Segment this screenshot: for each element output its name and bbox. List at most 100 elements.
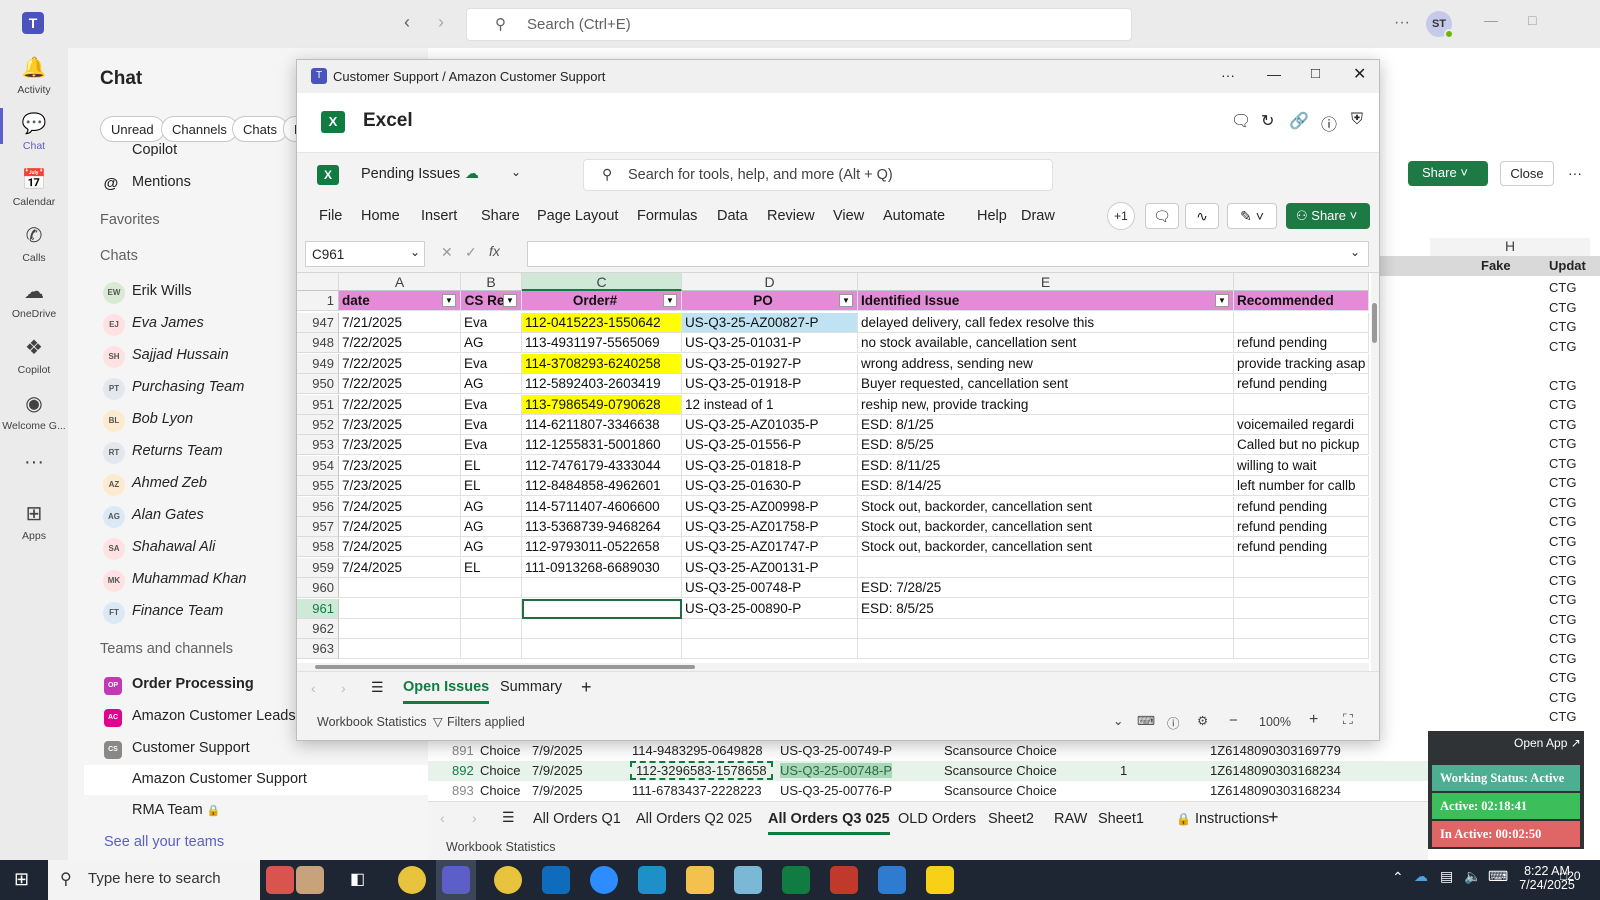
language-icon[interactable]: ⌨	[1488, 868, 1508, 885]
cell-rec[interactable]	[1234, 394, 1369, 415]
zoom-icon[interactable]	[590, 866, 618, 894]
cell-issue[interactable]: delayed delivery, call fedex resolve thi…	[858, 313, 1234, 333]
background-more-icon[interactable]: ···	[1568, 165, 1582, 181]
window-close-icon[interactable]: ✕	[1353, 64, 1366, 84]
header-cell-issue[interactable]: Identified Issue ▼	[858, 291, 1234, 311]
function-icon[interactable]: fx	[489, 243, 500, 259]
header-cell-order[interactable]: Order# ▼	[522, 291, 682, 311]
menu-data[interactable]: Data	[717, 208, 748, 224]
window-minimize-icon[interactable]: —	[1267, 66, 1281, 82]
bg-tab[interactable]: All Orders Q1	[533, 811, 621, 827]
filter-unread[interactable]: Unread	[100, 116, 165, 142]
rail-chat[interactable]: 💬 Chat	[0, 112, 68, 152]
cell-issue[interactable]: ESD: 8/1/25	[858, 415, 1234, 435]
bg-tab[interactable]: All Orders Q2 025	[636, 811, 752, 827]
mentions-item[interactable]: @ Mentions	[104, 174, 191, 192]
cell-po[interactable]: US-Q3-25-00890-P	[682, 598, 858, 619]
excel-search-input[interactable]: ⚲ Search for tools, help, and more (Alt +…	[583, 159, 1053, 191]
all-sheets-icon[interactable]: ☰	[371, 679, 384, 696]
bg-add-sheet-icon[interactable]: +	[1268, 807, 1279, 828]
cat-app-icon[interactable]	[296, 866, 324, 894]
menu-help[interactable]: Help	[977, 208, 1007, 224]
notepad-icon[interactable]	[734, 866, 762, 894]
excel-taskbar-icon[interactable]	[782, 866, 810, 894]
cell-po[interactable]: US-Q3-25-01031-P	[682, 333, 858, 354]
chevron-down-icon[interactable]: ⌄	[1113, 713, 1123, 728]
cell-date[interactable]: 7/23/2025	[339, 435, 461, 456]
cell-order[interactable]: 112-5892403-2603419	[522, 374, 682, 395]
media-app-icon[interactable]	[830, 866, 858, 894]
cell-po[interactable]	[682, 639, 858, 660]
cell-date[interactable]: 7/22/2025	[339, 394, 461, 415]
rail-copilot[interactable]: ❖ Copilot	[0, 336, 68, 376]
filter-dropdown-icon[interactable]: ▼	[503, 294, 517, 307]
excel-share-button[interactable]: ⚇ Share ˅	[1286, 203, 1370, 229]
cell-order[interactable]	[522, 578, 682, 599]
shield-icon[interactable]: ⛨	[1351, 111, 1363, 129]
cell-order[interactable]: 112-8484858-4962601	[522, 476, 682, 497]
cell-issue[interactable]: wrong address, sending new	[858, 353, 1234, 374]
cell-cs[interactable]: AG	[461, 537, 522, 558]
header-cell-rec[interactable]: Recommended	[1234, 291, 1369, 311]
network-icon[interactable]: ▤	[1440, 868, 1453, 885]
channel-amazon-customer-support[interactable]: Amazon Customer Support	[132, 771, 307, 787]
cell-cs[interactable]	[461, 598, 522, 619]
file-name[interactable]: Pending Issues	[361, 166, 460, 182]
chrome-icon[interactable]	[398, 866, 426, 894]
cell-issue[interactable]	[858, 619, 1234, 639]
cell-date[interactable]	[339, 578, 461, 599]
chat-item[interactable]: PT Purchasing Team	[103, 378, 244, 400]
cell-issue[interactable]: ESD: 7/28/25	[858, 578, 1234, 599]
filter-chats[interactable]: Chats	[232, 116, 288, 142]
menu-file[interactable]: File	[319, 208, 342, 224]
menu-share[interactable]: Share	[481, 208, 520, 224]
filter-dropdown-icon[interactable]: ▼	[663, 294, 677, 307]
onedrive-tray-icon[interactable]: ☁	[1414, 868, 1428, 885]
header-cell-cs[interactable]: CS Re ▼	[461, 291, 522, 311]
cell-date[interactable]: 7/24/2025	[339, 517, 461, 537]
zoom-out-icon[interactable]: −	[1229, 712, 1238, 729]
rail-calendar[interactable]: 📅 Calendar	[0, 168, 68, 208]
cell-issue[interactable]: Buyer requested, cancellation sent	[858, 374, 1234, 395]
horizontal-scrollbar[interactable]	[297, 663, 1369, 671]
cell-po[interactable]: US-Q3-25-01630-P	[682, 476, 858, 497]
bg-tab[interactable]: RAW	[1054, 811, 1087, 827]
cell-order[interactable]: 113-5368739-9468264	[522, 517, 682, 537]
cell-order[interactable]: 112-0415223-1550642	[522, 313, 682, 333]
chat-item[interactable]: BL Bob Lyon	[103, 410, 193, 432]
cell-issue[interactable]	[858, 557, 1234, 578]
rail-activity[interactable]: 🔔 Activity	[0, 56, 68, 96]
cell-cs[interactable]	[461, 639, 522, 660]
next-sheet-icon[interactable]: ›	[341, 680, 346, 696]
cell-rec[interactable]: voicemailed regardi	[1234, 415, 1369, 435]
forward-arrow-icon[interactable]: ›	[438, 12, 444, 33]
windows-start-icon[interactable]: ⊞	[14, 869, 29, 890]
bg-all-sheets-icon[interactable]: ☰	[502, 809, 515, 826]
cell-rec[interactable]: willing to wait	[1234, 455, 1369, 476]
cell-order[interactable]: 114-3708293-6240258	[522, 353, 682, 374]
column-header-f[interactable]	[1234, 273, 1369, 291]
link-icon[interactable]: 🔗	[1289, 111, 1309, 131]
fullscreen-icon[interactable]: ⛶	[1343, 711, 1353, 728]
cell-po[interactable]: US-Q3-25-01556-P	[682, 435, 858, 456]
keyboard-icon[interactable]: ⌨	[1137, 713, 1155, 728]
cell-date[interactable]: 7/22/2025	[339, 353, 461, 374]
chrome-profile-icon[interactable]	[494, 866, 522, 894]
cell-po[interactable]: US-Q3-25-AZ00131-P	[682, 557, 858, 578]
cell-date[interactable]: 7/24/2025	[339, 557, 461, 578]
cell-rec[interactable]	[1234, 619, 1369, 639]
cell-cs[interactable]: EL	[461, 557, 522, 578]
cell-order[interactable]: 111-0913268-6689030	[522, 557, 682, 578]
zoom-in-icon[interactable]: +	[1309, 711, 1318, 729]
cell-cs[interactable]: AG	[461, 374, 522, 395]
cell-rec[interactable]	[1234, 578, 1369, 599]
cell-cs[interactable]: AG	[461, 333, 522, 354]
info-icon[interactable]: ⓘ	[1321, 111, 1337, 135]
cell-cs[interactable]: Eva	[461, 415, 522, 435]
cell-rec[interactable]	[1234, 557, 1369, 578]
bg-prev-sheet-icon[interactable]: ‹	[440, 810, 445, 826]
chat-item[interactable]: EJ Eva James	[103, 314, 204, 336]
refresh-icon[interactable]: ↻	[1261, 111, 1274, 131]
cell-rec[interactable]	[1234, 598, 1369, 619]
cell-issue[interactable]: reship new, provide tracking	[858, 394, 1234, 415]
